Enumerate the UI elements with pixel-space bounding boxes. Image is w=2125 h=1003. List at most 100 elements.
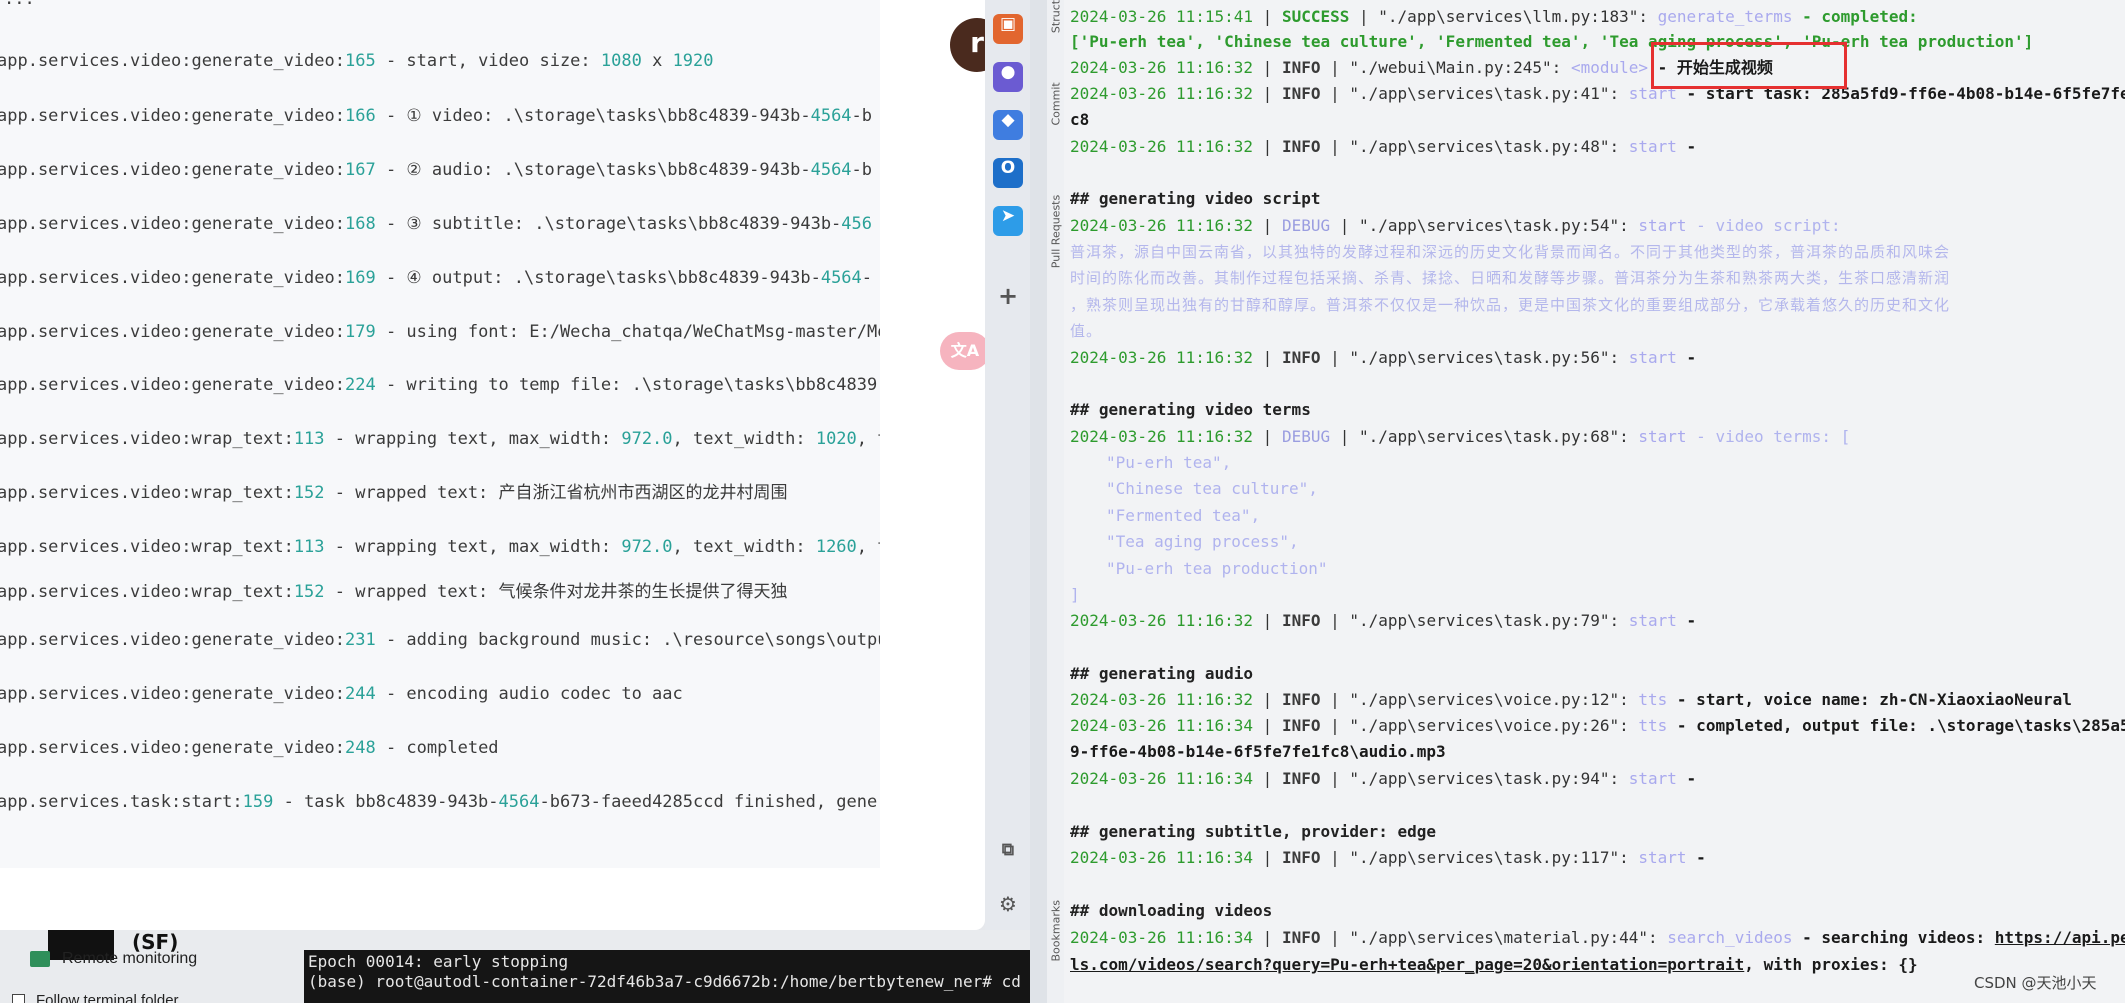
log-line: app.services.video:generate_video:167 - … [0, 159, 872, 181]
console-line: 2024-03-26 11:16:32 | INFO | "./app\serv… [1070, 611, 1696, 631]
log-output-panel[interactable]: app.services.video:generate_video:165 - … [0, 0, 880, 868]
avatar[interactable]: r [950, 18, 985, 72]
source-file: "./app\services\voice.py:26": [1349, 716, 1629, 735]
log-source: app.services.video:generate_video: [0, 375, 345, 395]
log-line: app.services.video:generate_video:231 - … [0, 629, 880, 651]
function-name: start [1628, 769, 1677, 788]
separator: | [1320, 769, 1350, 788]
remote-monitoring-label[interactable]: Remote monitoring [62, 950, 197, 968]
log-source: app.services.video:wrap_text: [0, 537, 294, 557]
separator: | [1253, 848, 1282, 867]
terminal-output[interactable]: Epoch 00014: early stopping (base) root@… [304, 950, 1030, 1003]
timestamp: 2024-03-26 11:15:41 [1070, 7, 1254, 26]
translate-button[interactable]: 文A [940, 332, 985, 370]
log-source: app.services.video:generate_video: [0, 160, 345, 180]
tab-pull-requests[interactable]: Pull Requests [1050, 192, 1063, 272]
log-source: app.services.video:generate_video: [0, 106, 345, 126]
log-message: , with proxies: {} [1744, 955, 1918, 974]
log-message: - completed: [1792, 7, 1918, 26]
log-message: - task bb8c4839-943b- [273, 792, 499, 812]
log-lineno: 231 [345, 630, 376, 650]
log-message: - wrapping text, max_width: [324, 537, 622, 557]
log-level: INFO [1281, 848, 1321, 867]
separator: | [1253, 58, 1282, 77]
log-line: app.services.task:start:159 - task bb8c4… [0, 791, 880, 813]
log-lineno: 113 [293, 429, 325, 449]
log-lineno: 113 [293, 537, 325, 557]
log-message: - [1676, 611, 1697, 630]
log-message: - writing to temp file: .\storage\tasks\… [375, 375, 880, 395]
log-level: INFO [1281, 58, 1321, 77]
log-level: INFO [1281, 611, 1321, 630]
separator: | [1253, 716, 1282, 735]
source-file: "./app\services\task.py:94": [1349, 769, 1620, 788]
toolbox-icon[interactable]: ▣ [993, 14, 1023, 44]
log-level: DEBUG [1281, 216, 1331, 235]
log-message: - completed, output file: .\storage\task… [1667, 716, 2125, 735]
log-lineno: 248 [345, 738, 376, 758]
log-source: app.services.video:generate_video: [0, 268, 345, 288]
screenshot-icon[interactable]: ⧉ [993, 840, 1023, 870]
separator: | [1320, 690, 1350, 709]
log-line: app.services.video:generate_video:224 - … [0, 374, 880, 396]
log-lineno: 168 [345, 214, 376, 234]
tab-structure[interactable]: Struct [1050, 0, 1063, 36]
log-message: - completed [375, 738, 499, 758]
log-message: - searching videos: [1792, 928, 1995, 947]
log-level: INFO [1281, 84, 1321, 103]
copilot-icon[interactable]: ◆ [993, 110, 1023, 140]
wrapped-line: c8 [1070, 110, 1090, 129]
function-name: tts [1638, 716, 1668, 735]
script-text: ，熟茶则呈现出独有的甘醇和醇厚。普洱茶不仅仅是一种饮品，更是中国茶文化的重要组成… [1070, 296, 1951, 314]
separator: | [1330, 216, 1360, 235]
log-line: app.services.video:wrap_text:113 - wrapp… [0, 536, 880, 558]
log-value: 972.0 [621, 537, 673, 557]
timestamp: 2024-03-26 11:16:32 [1070, 690, 1254, 709]
function-name: search_videos [1667, 928, 1793, 947]
log-level: INFO [1281, 928, 1321, 947]
log-message-part: - [861, 268, 873, 288]
source-file: "./webui\Main.py:245": [1349, 58, 1562, 77]
log-source: app.services.video:generate_video: [0, 51, 345, 71]
log-lineno: 165 [345, 51, 376, 71]
log-source: app.services.task:start: [0, 792, 243, 812]
tab-bookmarks[interactable]: Bookmarks [1050, 900, 1063, 961]
source-file: "./app\services\task.py:56": [1349, 348, 1620, 367]
log-message-tail: , te [856, 537, 880, 557]
follow-folder-checkbox[interactable] [12, 994, 25, 1003]
tab-commit[interactable]: Commit [1050, 82, 1063, 125]
follow-terminal-label[interactable]: Follow terminal folder [36, 992, 179, 1003]
log-level: INFO [1281, 716, 1321, 735]
log-message: - video terms: [ [1686, 427, 1851, 446]
source-file: "./app\services\task.py:48": [1349, 137, 1620, 156]
run-console[interactable]: 2024-03-26 11:15:41 | SUCCESS | "./app\s… [1064, 0, 2125, 1003]
outlook-icon[interactable]: O [993, 158, 1023, 188]
user-icon[interactable]: ● [993, 62, 1023, 92]
separator: | [1320, 137, 1350, 156]
console-line: 2024-03-26 11:16:32 | INFO | "./app\serv… [1070, 137, 1696, 157]
timestamp: 2024-03-26 11:16:34 [1070, 769, 1254, 788]
log-message-part: -b [851, 160, 873, 180]
log-lineno: 166 [345, 106, 376, 126]
log-message: - wrapping text, max_width: [324, 429, 622, 449]
log-chinese-text: 产自浙江省杭州市西湖区的龙井村周围 [498, 483, 788, 503]
split-divider[interactable] [1030, 0, 2070, 1003]
add-icon[interactable]: + [993, 282, 1023, 312]
log-line-partial: ... [4, 0, 35, 10]
log-value: 4564 [810, 160, 852, 180]
monitor-icon [30, 951, 50, 967]
console-line: 2024-03-26 11:16:32 | INFO | "./app\serv… [1070, 84, 2125, 104]
send-icon[interactable]: ➤ [993, 206, 1023, 236]
separator: | [1320, 848, 1350, 867]
log-source: app.services.video:generate_video: [0, 630, 345, 650]
separator: | [1253, 690, 1282, 709]
gear-icon[interactable]: ⚙ [993, 892, 1023, 922]
function-name: start [1628, 611, 1677, 630]
